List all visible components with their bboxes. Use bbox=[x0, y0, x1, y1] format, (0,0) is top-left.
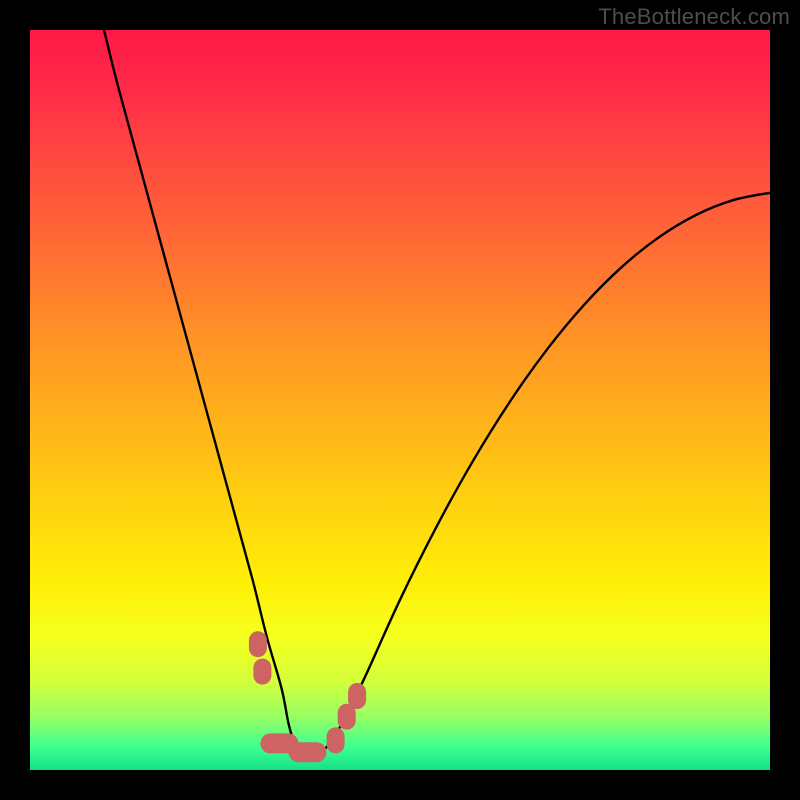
chart-frame: TheBottleneck.com bbox=[0, 0, 800, 800]
curve-marker bbox=[289, 742, 327, 762]
curve-marker bbox=[253, 659, 271, 685]
plot-area bbox=[30, 30, 770, 770]
chart-svg bbox=[30, 30, 770, 770]
watermark-text: TheBottleneck.com bbox=[598, 4, 790, 30]
curve-marker bbox=[348, 683, 366, 709]
marker-group bbox=[249, 631, 366, 762]
bottleneck-curve bbox=[104, 30, 770, 756]
curve-marker bbox=[249, 631, 267, 657]
curve-marker bbox=[327, 727, 345, 753]
